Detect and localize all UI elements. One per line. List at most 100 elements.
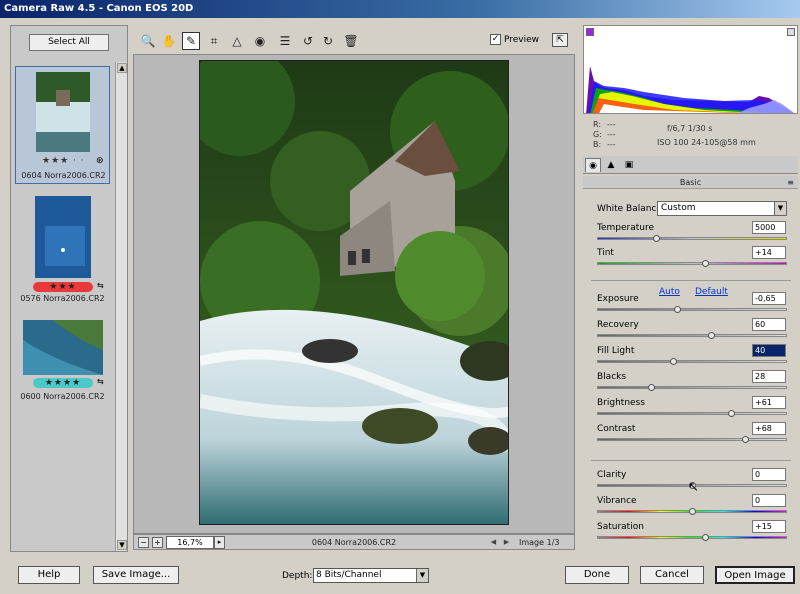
recovery-label: Recovery (597, 320, 639, 330)
vibrance-slider[interactable] (597, 508, 787, 515)
zoom-out-icon[interactable]: − (138, 537, 149, 548)
highlight-clipping-icon[interactable] (787, 28, 795, 36)
contrast-slider-thumb[interactable] (741, 436, 749, 443)
histogram (583, 25, 798, 114)
preferences-tool-icon[interactable]: ☰ (276, 32, 294, 50)
panel-menu-icon[interactable]: ≡ (787, 176, 794, 189)
filmstrip-item-3[interactable]: ★★★★ ⇆ 0600 Norra2006.CR2 (15, 318, 110, 404)
cancel-button[interactable]: Cancel (640, 566, 704, 584)
previous-image-icon[interactable]: ◀ (488, 537, 499, 548)
filmstrip-item-2[interactable]: ★★★ ⇆ 0576 Norra2006.CR2 (15, 194, 110, 306)
preview-label: Preview (504, 35, 540, 45)
straighten-tool-icon[interactable]: △ (228, 32, 246, 50)
contrast-slider[interactable] (597, 436, 787, 443)
fill-light-value-field[interactable]: 40 (752, 344, 786, 357)
exposure-value-field[interactable]: -0,65 (752, 292, 786, 305)
done-button[interactable]: Done (565, 566, 629, 584)
edit-badge-icon: ⇆ (97, 377, 104, 386)
saturation-slider[interactable] (597, 534, 787, 541)
white-balance-value: Custom (661, 203, 696, 213)
select-all-button[interactable]: Select All (29, 34, 109, 51)
thumbnail-filename: 0576 Norra2006.CR2 (20, 294, 105, 303)
zoom-in-icon[interactable]: + (152, 537, 163, 548)
current-filename: 0604 Norra2006.CR2 (311, 538, 397, 547)
panel-divider (591, 460, 791, 461)
blacks-slider[interactable] (597, 384, 787, 391)
panel-title: Basic (679, 178, 702, 187)
scroll-up-icon[interactable]: ▲ (117, 63, 127, 73)
save-image-button[interactable]: Save Image... (93, 566, 179, 584)
tint-slider-thumb[interactable] (702, 260, 710, 267)
exposure-slider-thumb[interactable] (673, 306, 681, 313)
vibrance-value-field[interactable]: 0 (752, 494, 786, 507)
zoom-level-field[interactable]: 16,7% (166, 536, 214, 549)
basic-panel: White Balance: Custom ▼ Auto Default Tem… (583, 190, 798, 552)
blacks-label: Blacks (597, 372, 627, 382)
depth-value: 8 Bits/Channel (316, 570, 382, 580)
camera-raw-window: Camera Raw 4.5 - Canon EOS 20D Select Al… (0, 0, 800, 594)
auto-link[interactable]: Auto (659, 287, 680, 297)
rotate-left-icon[interactable]: ↺ (299, 32, 317, 50)
thumbnail-filename: 0600 Norra2006.CR2 (20, 392, 105, 401)
r-label: R: (593, 120, 602, 129)
thumbnail-rating[interactable]: ★★★ (33, 282, 93, 292)
tint-slider[interactable] (597, 260, 787, 267)
zoom-tool-icon[interactable]: 🔍 (139, 32, 157, 50)
temperature-slider[interactable] (597, 235, 787, 242)
white-balance-select[interactable]: Custom ▼ (657, 201, 787, 216)
g-value: --- (607, 130, 616, 139)
brightness-slider[interactable] (597, 410, 787, 417)
g-label: G: (593, 130, 602, 139)
filmstrip-item-1[interactable]: ★★★ · · ⊛ 0604 Norra2006.CR2 (15, 66, 110, 184)
tone-curve-tab-icon[interactable]: ▲ (603, 158, 619, 172)
saturation-slider-thumb[interactable] (702, 534, 710, 541)
shadow-clipping-icon[interactable] (586, 28, 594, 36)
fill-light-slider[interactable] (597, 358, 787, 365)
open-image-button[interactable]: Open Image (715, 566, 795, 584)
red-eye-tool-icon[interactable]: ◉ (251, 32, 269, 50)
preview-image (199, 60, 509, 525)
temperature-slider-thumb[interactable] (653, 235, 661, 242)
fill-light-slider-thumb[interactable] (670, 358, 678, 365)
exposure-slider[interactable] (597, 306, 787, 313)
blacks-slider-thumb[interactable] (647, 384, 655, 391)
brightness-value-field[interactable]: +61 (752, 396, 786, 409)
zoom-dropdown-icon[interactable]: ▸ (214, 536, 225, 549)
thumbnail-filename: 0604 Norra2006.CR2 (21, 171, 106, 180)
saturation-value-field[interactable]: +15 (752, 520, 786, 533)
rotate-right-icon[interactable]: ↻ (319, 32, 337, 50)
white-balance-tool-icon[interactable]: ✎ (182, 32, 200, 50)
recovery-value-field[interactable]: 60 (752, 318, 786, 331)
iso-lens: ISO 100 24-105@58 mm (657, 138, 756, 147)
brightness-label: Brightness (597, 398, 645, 408)
scroll-down-icon[interactable]: ▼ (117, 540, 127, 550)
recovery-slider-thumb[interactable] (707, 332, 715, 339)
default-link[interactable]: Default (695, 287, 728, 297)
preview-checkbox[interactable]: ✓ (490, 34, 501, 45)
filmstrip-scrollbar[interactable]: ▲ ▼ (115, 62, 127, 551)
temperature-value-field[interactable]: 5000 (752, 221, 786, 234)
thumbnail-rating[interactable]: ★★★ · · (42, 156, 85, 166)
thumbnail-rating[interactable]: ★★★★ (33, 378, 93, 388)
clarity-value-field[interactable]: 0 (752, 468, 786, 481)
brightness-slider-thumb[interactable] (728, 410, 736, 417)
crop-tool-icon[interactable]: ⌗ (205, 32, 223, 50)
recovery-slider[interactable] (597, 332, 787, 339)
white-balance-label: White Balance: (597, 204, 665, 214)
depth-select[interactable]: 8 Bits/Channel ▼ (313, 568, 429, 583)
chevron-down-icon[interactable]: ▼ (774, 202, 786, 215)
hand-tool-icon[interactable]: ✋ (160, 32, 178, 50)
next-image-icon[interactable]: ▶ (501, 537, 512, 548)
trash-icon[interactable]: 🗑 (342, 32, 360, 50)
basic-tab-icon[interactable]: ◉ (585, 158, 601, 172)
help-button[interactable]: Help (18, 566, 80, 584)
contrast-value-field[interactable]: +68 (752, 422, 786, 435)
vibrance-slider-thumb[interactable] (689, 508, 696, 515)
detail-tab-icon[interactable]: ▣ (621, 158, 637, 172)
tint-value-field[interactable]: +14 (752, 246, 786, 259)
panel-divider (591, 280, 791, 281)
blacks-value-field[interactable]: 28 (752, 370, 786, 383)
fullscreen-icon[interactable]: ⇱ (552, 33, 568, 47)
chevron-down-icon[interactable]: ▼ (416, 569, 428, 582)
rgb-readout: R: --- G: --- B: --- f/6,7 1/30 s ISO 10… (583, 114, 798, 155)
